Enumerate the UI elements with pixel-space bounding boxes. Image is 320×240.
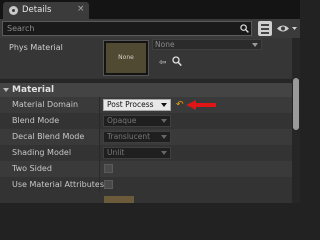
thumbnail-text: None <box>106 43 146 73</box>
partial-thumbnail <box>104 196 134 203</box>
property-row-two-sided: Two Sided <box>0 161 292 177</box>
phys-material-picker[interactable]: None <box>152 39 262 50</box>
category-label: Material <box>12 85 55 95</box>
column-divider <box>99 145 100 161</box>
details-panel: Phys Material None None ⇦ Material Mater… <box>0 38 292 203</box>
tab-details[interactable]: Details × <box>3 2 89 19</box>
property-row-shading-model: Shading Model Unlit <box>0 145 292 161</box>
blend-mode-dropdown[interactable]: Opaque <box>103 115 171 127</box>
search-placeholder: Search <box>7 24 35 33</box>
property-label: Decal Blend Mode <box>12 132 85 141</box>
property-label: Two Sided <box>12 164 52 173</box>
property-row-material-domain: Material Domain Post Process ↶ <box>0 97 292 113</box>
column-divider <box>99 177 100 193</box>
search-row: Search <box>0 19 300 38</box>
browse-search-icon[interactable] <box>172 56 182 67</box>
chevron-down-icon <box>161 103 167 107</box>
details-icon <box>9 6 18 15</box>
tab-title: Details <box>22 5 52 15</box>
dropdown-value: Translucent <box>107 132 151 141</box>
property-label: Blend Mode <box>12 116 60 125</box>
chevron-down-icon <box>252 43 258 47</box>
phys-material-thumbnail[interactable]: None <box>103 40 149 76</box>
red-pointer-arrow-icon <box>186 100 216 110</box>
use-selected-arrow-icon[interactable]: ⇦ <box>159 58 167 68</box>
use-material-attributes-checkbox[interactable] <box>104 180 113 189</box>
scrollbar[interactable] <box>292 38 300 203</box>
phys-material-row: Phys Material None None ⇦ <box>0 38 292 78</box>
tab-strip: Details × <box>0 0 300 19</box>
property-label: Shading Model <box>12 148 72 157</box>
chevron-down-icon <box>161 151 167 155</box>
scrollbar-thumb[interactable] <box>293 78 299 130</box>
material-domain-dropdown[interactable]: Post Process <box>103 99 171 111</box>
chevron-down-icon <box>161 135 167 139</box>
dropdown-value: Unlit <box>107 148 125 157</box>
property-matrix-button[interactable] <box>258 21 272 36</box>
column-divider <box>99 161 100 177</box>
search-icon[interactable] <box>240 24 249 33</box>
property-row-decal-blend-mode: Decal Blend Mode Translucent <box>0 129 292 145</box>
material-category-header[interactable]: Material <box>0 83 292 97</box>
view-options-eye-icon[interactable] <box>276 22 298 35</box>
column-divider <box>99 113 100 129</box>
collapse-arrow-icon <box>3 88 9 92</box>
property-label: Material Domain <box>12 100 79 109</box>
phys-material-label: Phys Material <box>9 43 63 52</box>
close-icon[interactable]: × <box>77 4 85 14</box>
column-divider <box>99 129 100 145</box>
property-row-use-material-attributes: Use Material Attributes <box>0 177 292 193</box>
column-divider <box>99 97 100 113</box>
chevron-down-icon <box>161 119 167 123</box>
decal-blend-mode-dropdown[interactable]: Translucent <box>103 131 171 143</box>
dropdown-value: Opaque <box>107 116 137 125</box>
reset-to-default-icon[interactable]: ↶ <box>176 100 184 110</box>
two-sided-checkbox[interactable] <box>104 164 113 173</box>
property-label: Use Material Attributes <box>12 180 105 189</box>
phys-material-value: None <box>155 40 175 49</box>
dropdown-value: Post Process <box>107 100 154 109</box>
property-row-blend-mode: Blend Mode Opaque <box>0 113 292 129</box>
search-input[interactable]: Search <box>2 21 252 36</box>
shading-model-dropdown[interactable]: Unlit <box>103 147 171 159</box>
